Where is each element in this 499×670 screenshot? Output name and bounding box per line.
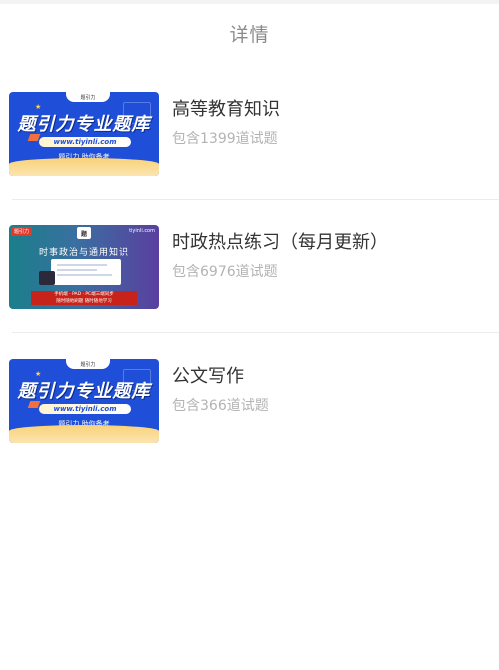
thumbnail-headline: 题引力专业题库 (17, 381, 151, 402)
divider (12, 199, 499, 200)
thumbnail-feature-box: 手机端 · PAD · PC端三端同步 随时随地刷题 随时随地学习 (31, 291, 137, 305)
item-thumbnail: 题引力 ★ 题引力专业题库 www.tiyinli.com 题引力 助你备考 (9, 92, 159, 176)
item-question-count: 包含366道试题 (172, 398, 269, 414)
thumbnail-url: www.tiyinli.com (39, 404, 131, 414)
screen-mockup (51, 259, 121, 285)
thumbnail-site: tiyinli.com (129, 228, 155, 234)
header-bar: 详情 (0, 4, 499, 66)
item-question-count: 包含1399道试题 (172, 131, 278, 147)
divider (12, 332, 499, 333)
page-title: 详情 (229, 24, 270, 46)
thumbnail-url: www.tiyinli.com (39, 137, 131, 147)
thumbnail-headline: 时事政治与通用知识 (38, 248, 129, 258)
logo-tab: 题引力 (66, 92, 110, 102)
list-item[interactable]: 题引力 ★ 题引力专业题库 www.tiyinli.com 题引力 助你备考 高… (0, 92, 499, 176)
thumbnail-badge: 题引力 (11, 227, 33, 236)
item-title: 公文写作 (172, 366, 244, 387)
item-thumbnail: 题引力 题 tiyinli.com 时事政治与通用知识 手机端 · PAD · … (9, 225, 159, 309)
tablet-mockup (39, 271, 55, 285)
item-title: 时政热点练习（每月更新） (172, 232, 388, 253)
list-item[interactable]: 题引力 题 tiyinli.com 时事政治与通用知识 手机端 · PAD · … (0, 225, 499, 309)
item-question-count: 包含6976道试题 (172, 264, 278, 280)
item-thumbnail: 题引力 ★ 题引力专业题库 www.tiyinli.com 题引力 助你备考 (9, 359, 159, 443)
thumbnail-headline: 题引力专业题库 (17, 114, 151, 135)
list-item[interactable]: 题引力 ★ 题引力专业题库 www.tiyinli.com 题引力 助你备考 公… (0, 359, 499, 443)
logo-tab: 题引力 (66, 359, 110, 369)
logo-icon: 题 (77, 227, 91, 239)
item-title: 高等教育知识 (172, 99, 280, 120)
